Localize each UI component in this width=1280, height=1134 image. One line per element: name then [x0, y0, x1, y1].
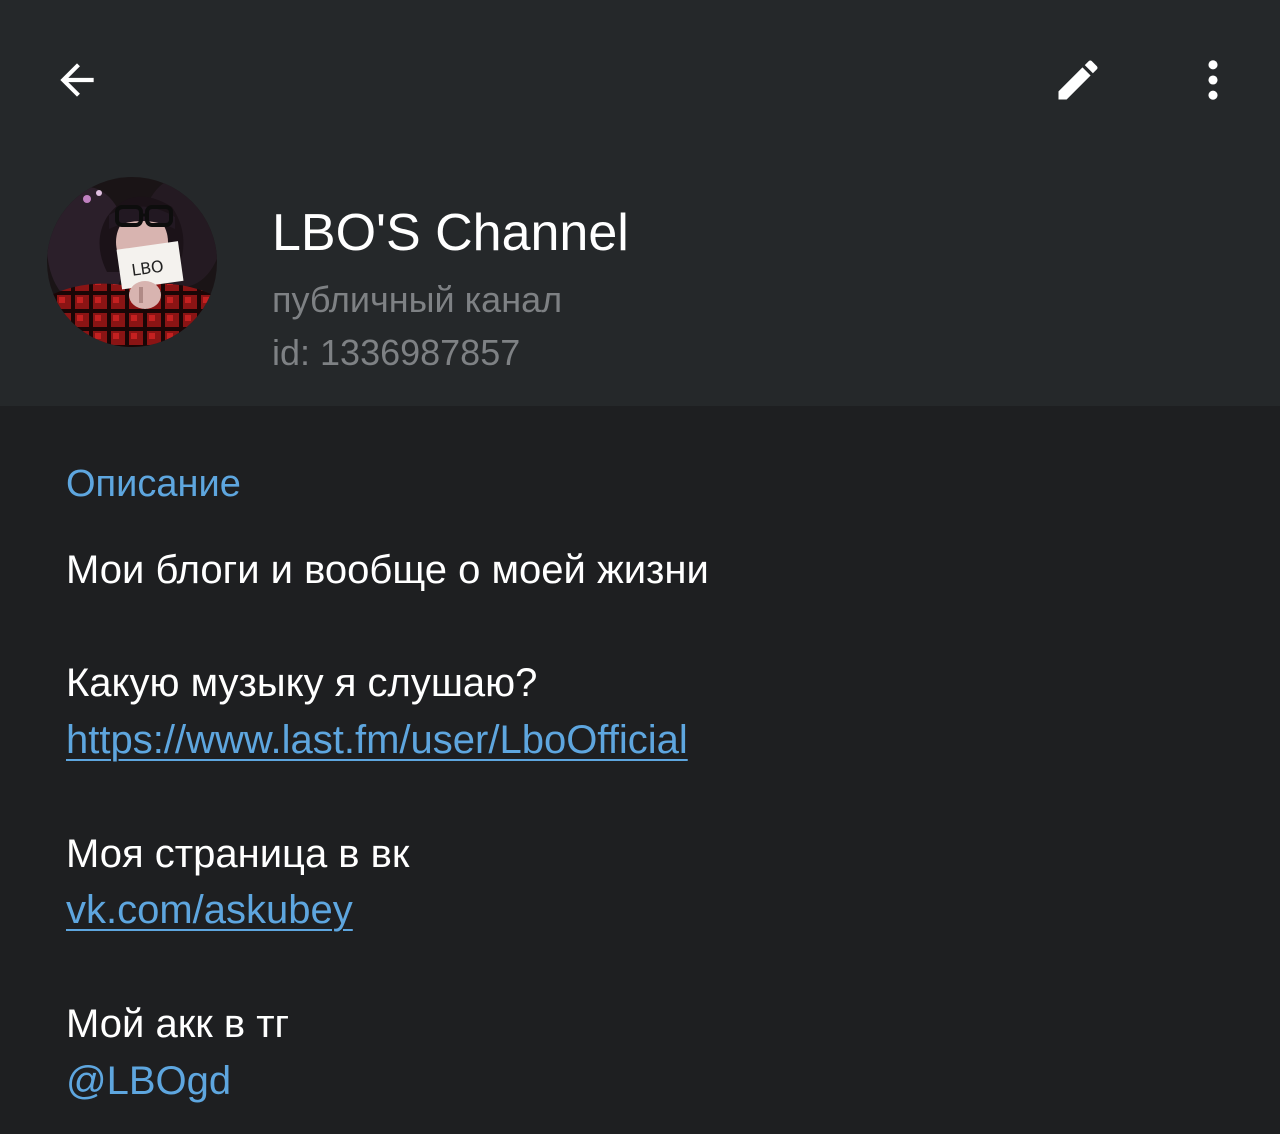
more-options-button[interactable]: [1173, 40, 1253, 120]
channel-avatar[interactable]: LBO: [47, 177, 217, 347]
channel-type: публичный канал: [272, 279, 563, 320]
description-text-line: Моя страница в вк: [66, 832, 410, 876]
avatar-image: LBO: [47, 177, 217, 347]
pencil-icon: [1058, 60, 1098, 100]
vk-link[interactable]: vk.com/askubey: [66, 888, 353, 933]
description-label: Описание: [66, 463, 241, 505]
description-text-line: Какую музыку я слушаю?: [66, 661, 538, 705]
channel-id: id: 1336987857: [272, 332, 521, 373]
profile-header: LBO LBO'S Channel публичный канал id: 13…: [0, 0, 1280, 406]
channel-title: LBO'S Channel: [272, 204, 629, 262]
description-text-line: Мой акк в тг: [66, 1002, 290, 1046]
more-vertical-icon: [1208, 60, 1218, 100]
arrow-left-icon: [60, 63, 94, 97]
lastfm-link[interactable]: https://www.last.fm/user/LboOfficial: [66, 718, 688, 763]
edit-button[interactable]: [1038, 40, 1118, 120]
description-text-line: Мои блоги и вообще о моей жизни: [66, 548, 709, 592]
telegram-mention-link[interactable]: @LBOgd: [66, 1059, 231, 1104]
back-button[interactable]: [37, 40, 117, 120]
